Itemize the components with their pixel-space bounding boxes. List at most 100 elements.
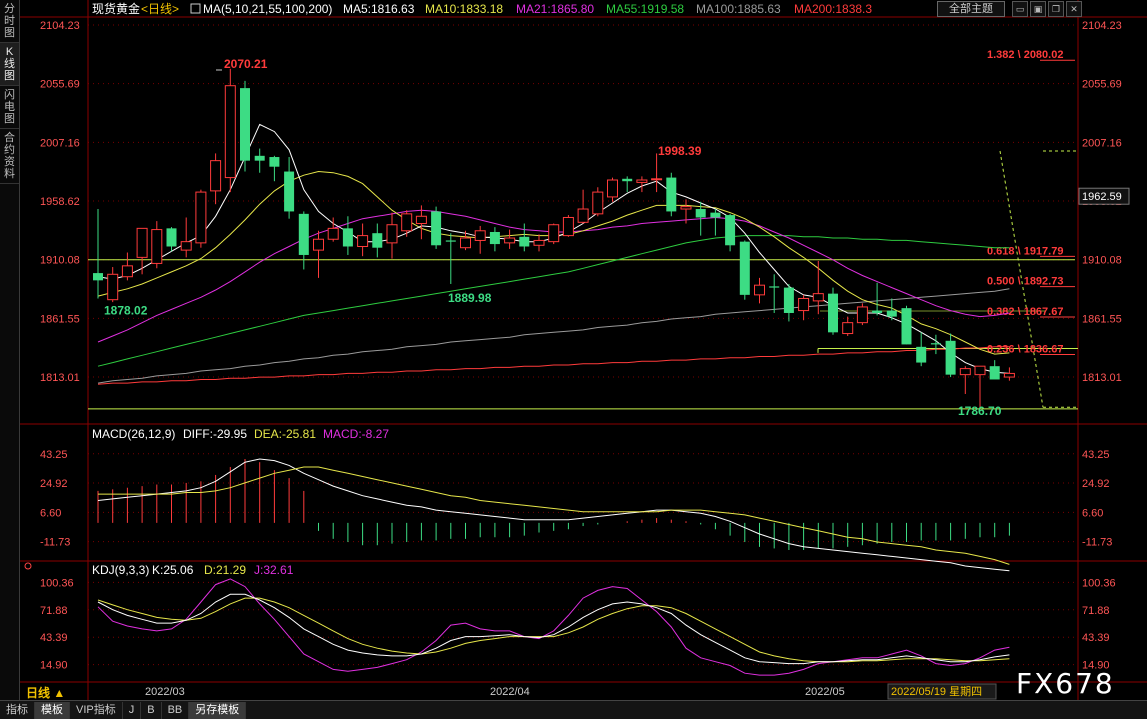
candle-body-down <box>695 209 706 218</box>
tab-j[interactable]: J <box>123 701 142 719</box>
candle-body-down <box>989 366 1000 380</box>
candle-body-down <box>166 228 177 247</box>
candle-body-down <box>872 310 883 313</box>
kdj-label-right: 71.88 <box>1082 605 1110 617</box>
candle-body-down <box>254 155 265 161</box>
candle-body-down <box>666 177 677 212</box>
candle-body-up <box>327 227 339 240</box>
annotation-low1: 1878.02 <box>104 303 148 317</box>
candle-body-up <box>415 215 427 225</box>
fib-label: 0.618 \ 1917.79 <box>987 245 1063 257</box>
price-label-left: 1910.08 <box>40 255 80 267</box>
candle-body-up <box>577 208 589 223</box>
kdj-label-right: 43.39 <box>1082 632 1110 644</box>
tab-bb[interactable]: BB <box>162 701 190 719</box>
kdj-d-value: D:21.29 <box>204 563 246 577</box>
candle-body-up <box>504 237 516 244</box>
kdj-label-left: 71.88 <box>40 605 68 617</box>
tab-save-template[interactable]: 另存模板 <box>189 701 247 719</box>
kdj-j-value: J:32.61 <box>254 563 294 577</box>
candle-body-down <box>739 241 750 295</box>
price-label-right: 2104.23 <box>1082 20 1122 32</box>
candle-body-down <box>886 310 897 317</box>
bottom-toolbar: 指标 模板 VIP指标 J B BB 另存模板 <box>0 700 1147 719</box>
instrument-name: 现货黄金 <box>92 1 140 16</box>
candle-body-down <box>372 233 383 248</box>
ma-settings-icon[interactable] <box>190 3 201 14</box>
candle-body-up <box>401 213 413 232</box>
candle-body-up <box>856 306 868 324</box>
kdj-d-line <box>97 597 1010 663</box>
annotation-low2: 1889.98 <box>448 291 492 305</box>
candle-body-up <box>1003 372 1015 378</box>
kdj-marker-icon <box>24 562 32 570</box>
candle-body-down <box>828 293 838 333</box>
candle-body-up <box>754 284 765 296</box>
candle-body-up <box>651 178 663 181</box>
kdj-label-left: 14.90 <box>40 660 68 672</box>
period-tag: <日线> <box>141 2 179 16</box>
candle-body-down <box>93 273 103 281</box>
close-icon[interactable]: ✕ <box>1066 1 1082 17</box>
candle-body-up <box>460 237 471 249</box>
candle-body-up <box>533 239 545 246</box>
candle-body-up <box>592 191 604 215</box>
macd-label-right: 6.60 <box>1082 507 1103 519</box>
macd-label-left: 24.92 <box>40 478 68 490</box>
macd-dea-value: DEA:-25.81 <box>254 427 316 441</box>
theme-select-button[interactable]: 全部主题 <box>937 1 1005 17</box>
macd-title: MACD(26,12,9) <box>92 427 175 441</box>
watermark: FX678 <box>1016 667 1115 700</box>
ma200-line <box>97 346 1010 385</box>
macd-value: MACD:-8.27 <box>323 427 389 441</box>
candle-body-up <box>224 85 236 179</box>
candle-body-down <box>916 346 927 363</box>
ma10-line <box>97 170 1010 355</box>
candle-body-up <box>959 368 971 376</box>
candle-body-up <box>180 241 192 251</box>
candle-body-down <box>622 178 633 182</box>
tab-b[interactable]: B <box>141 701 162 719</box>
candle-body-up <box>607 179 618 198</box>
candle-body-up <box>121 265 133 278</box>
tab-vip-indicators[interactable]: VIP指标 <box>70 701 123 719</box>
split-view-icon[interactable]: ▣ <box>1030 1 1046 17</box>
candle-body-down <box>445 240 456 242</box>
date-label-apr: 2022/04 <box>490 686 530 698</box>
candle-body-up <box>151 229 163 264</box>
ma100-value: MA100:1885.63 <box>696 2 781 16</box>
kdj-label-left: 100.36 <box>40 577 74 589</box>
annotation-high: 2070.21 <box>224 57 268 71</box>
tab-indicators[interactable]: 指标 <box>0 701 35 719</box>
tab-templates[interactable]: 模板 <box>35 701 70 719</box>
macd-label-right: 43.25 <box>1082 449 1110 461</box>
fib-label: 0.382 \ 1867.67 <box>987 306 1063 318</box>
macd-label-left: 43.25 <box>40 449 68 461</box>
chart-canvas[interactable]: 现货黄金 <日线> MA(5,10,21,55,100,200) MA5:181… <box>0 0 1147 700</box>
candle-body-down <box>930 343 941 345</box>
minimize-icon[interactable]: ▭ <box>1012 1 1028 17</box>
ma5-value: MA5:1816.63 <box>343 2 415 16</box>
candle-body-down <box>725 215 736 246</box>
candle-body-down <box>269 157 280 167</box>
price-label-right: 1861.55 <box>1082 313 1122 325</box>
candle-body-up <box>357 235 369 247</box>
candle-body-up <box>636 179 648 183</box>
candle-body-down <box>240 88 250 161</box>
candle-body-up <box>812 293 824 302</box>
candle-body-down <box>710 212 721 218</box>
candle-body-up <box>548 224 560 243</box>
price-label-left: 1958.62 <box>40 196 80 208</box>
candle-body-up <box>195 191 207 244</box>
period-selector[interactable]: 日线 ▲ <box>26 684 65 701</box>
candle-body-down <box>431 211 442 246</box>
current-price-label: 1962.59 <box>1082 191 1122 203</box>
candle-body-up <box>313 238 324 251</box>
candle-body-up <box>107 273 119 301</box>
candle-body-down <box>284 171 295 212</box>
candle-body-down <box>901 308 912 345</box>
candle-body-down <box>342 228 353 247</box>
candle-body-up <box>562 216 574 237</box>
date-label-may: 2022/05 <box>805 686 845 698</box>
restore-icon[interactable]: ❐ <box>1048 1 1064 17</box>
